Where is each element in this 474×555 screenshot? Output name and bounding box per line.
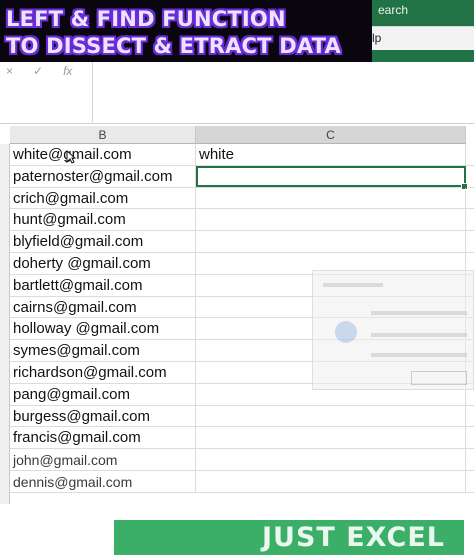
- table-row: francis@gmail.com: [10, 427, 474, 450]
- enter-icon[interactable]: ✓: [33, 64, 43, 78]
- table-row: white@gmail.com white: [10, 144, 474, 166]
- table-row: john@gmail.com: [10, 449, 474, 471]
- cell-c[interactable]: [196, 231, 466, 252]
- column-header-b[interactable]: B: [10, 126, 196, 144]
- cell-b[interactable]: pang@gmail.com: [10, 383, 196, 405]
- mouse-cursor-icon: [66, 150, 76, 164]
- cell-b[interactable]: crich@gmail.com: [10, 187, 196, 209]
- cell-b[interactable]: white@gmail.com: [10, 144, 196, 165]
- cell-c-selected[interactable]: [196, 165, 468, 190]
- cell-b[interactable]: holloway @gmail.com: [10, 318, 196, 340]
- ribbon-tab-strip: lp: [370, 26, 474, 50]
- cell-b[interactable]: cairns@gmail.com: [10, 296, 196, 318]
- cell-c[interactable]: [196, 427, 466, 449]
- cell-b[interactable]: doherty @gmail.com: [10, 252, 196, 274]
- ghost-dialog-title: [323, 283, 383, 287]
- cell-b[interactable]: paternoster@gmail.com: [10, 165, 196, 187]
- cell-b[interactable]: francis@gmail.com: [10, 427, 196, 449]
- cell-c[interactable]: [196, 470, 466, 492]
- table-row: paternoster@gmail.com: [10, 165, 474, 190]
- table-row: crich@gmail.com: [10, 187, 474, 210]
- cell-b[interactable]: symes@gmail.com: [10, 340, 196, 361]
- cell-c[interactable]: [196, 449, 466, 470]
- formula-input[interactable]: [92, 62, 474, 122]
- ghost-dialog-text: [371, 353, 467, 357]
- ghost-dialog-text: [371, 333, 467, 337]
- cell-b[interactable]: john@gmail.com: [10, 449, 196, 470]
- cell-b[interactable]: dennis@gmail.com: [10, 470, 196, 492]
- brand-watermark: JUST EXCEL: [262, 522, 445, 553]
- cell-b[interactable]: hunt@gmail.com: [10, 209, 196, 231]
- row-headers[interactable]: [0, 144, 10, 504]
- cell-c[interactable]: white: [196, 144, 466, 165]
- faded-dialog-ghost: [312, 270, 474, 390]
- formula-bar-icons: × ✓ fx: [6, 64, 72, 78]
- table-row: burgess@gmail.com: [10, 405, 474, 428]
- search-label[interactable]: earch: [378, 3, 408, 17]
- table-row: blyfield@gmail.com: [10, 231, 474, 253]
- cancel-icon[interactable]: ×: [6, 64, 13, 78]
- ghost-dialog-text: [371, 311, 467, 315]
- video-title-banner: LEFT & FIND FUNCTION TO DISSECT & ETRACT…: [0, 0, 372, 64]
- ghost-ok-button: [411, 371, 467, 385]
- cell-c[interactable]: [196, 209, 466, 231]
- title-line-1: LEFT & FIND FUNCTION: [6, 7, 286, 31]
- cell-c[interactable]: [196, 187, 466, 209]
- table-row: dennis@gmail.com: [10, 470, 474, 493]
- title-line-2: TO DISSECT & ETRACT DATA: [6, 34, 341, 58]
- cell-b[interactable]: bartlett@gmail.com: [10, 274, 196, 296]
- formula-bar: × ✓ fx: [0, 62, 474, 124]
- info-icon: [335, 321, 357, 343]
- cell-b[interactable]: burgess@gmail.com: [10, 405, 196, 427]
- help-tab[interactable]: lp: [372, 31, 381, 45]
- cell-c[interactable]: [196, 405, 466, 427]
- cell-b[interactable]: richardson@gmail.com: [10, 361, 196, 383]
- insert-function-icon[interactable]: fx: [63, 64, 72, 78]
- table-row: hunt@gmail.com: [10, 209, 474, 232]
- column-header-c[interactable]: C: [196, 126, 466, 144]
- cell-b[interactable]: blyfield@gmail.com: [10, 231, 196, 252]
